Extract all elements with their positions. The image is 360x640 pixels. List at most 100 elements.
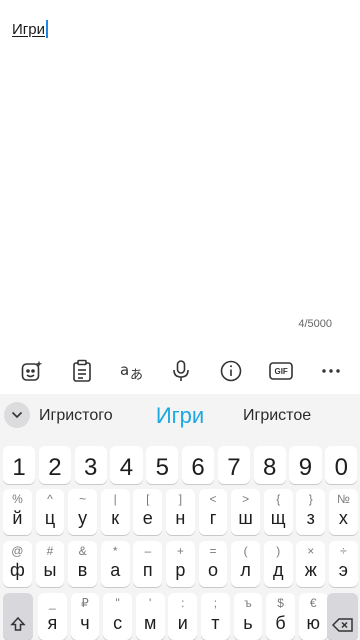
key-т[interactable]: ; т (201, 593, 230, 640)
key-3[interactable]: 3 (74, 446, 107, 484)
key-2[interactable]: 2 (38, 446, 71, 484)
character-counter: 4/5000 (298, 318, 332, 330)
key-я[interactable]: _ я (38, 593, 67, 640)
key-0[interactable]: 0 (325, 446, 358, 484)
key-7[interactable]: 7 (217, 446, 250, 484)
keyboard-toolbar: a あ GIF (0, 348, 360, 394)
svg-text:a: a (120, 361, 129, 379)
key-ю[interactable]: € ю (298, 593, 328, 640)
key-а[interactable]: * а (100, 541, 130, 587)
key-ь[interactable]: ъь (233, 593, 263, 640)
key-label: я (47, 613, 58, 633)
key-label: а (110, 560, 121, 580)
key-д[interactable]: ) д (263, 541, 293, 587)
key-у[interactable]: ~ у (68, 489, 97, 535)
key-о[interactable]: = о (198, 541, 228, 587)
key-hint: ] (178, 492, 183, 506)
key-label: й (12, 508, 23, 528)
key-label: ю (306, 613, 320, 633)
key-hint: % (12, 492, 23, 506)
key-hint: – (144, 544, 152, 558)
key-9[interactable]: 9 (289, 446, 322, 484)
key-hint: ₽ (81, 596, 89, 610)
text-caret (45, 20, 48, 38)
key-label: ц (44, 508, 56, 528)
key-label: з (306, 508, 315, 528)
key-label: р (175, 560, 186, 580)
clipboard-icon[interactable] (68, 357, 96, 385)
key-к[interactable]: | к (100, 489, 130, 535)
key-8[interactable]: 8 (253, 446, 286, 484)
gif-icon[interactable]: GIF (267, 357, 295, 385)
key-н[interactable]: ] н (166, 489, 195, 535)
key-ы[interactable]: # ы (35, 541, 65, 587)
microphone-icon[interactable] (167, 357, 195, 385)
key-э[interactable]: ÷ э (329, 541, 358, 587)
key-5[interactable]: 5 (146, 446, 179, 484)
key-label: 0 (334, 454, 348, 481)
key-м[interactable]: ' м (135, 593, 165, 640)
key-label: ч (80, 613, 90, 633)
key-ш[interactable]: > ш (231, 489, 260, 535)
key-hint: ^ (47, 492, 53, 506)
key-label: т (211, 613, 220, 633)
key-hint: ) (276, 544, 281, 558)
key-ч[interactable]: ₽ ч (70, 593, 100, 640)
key-р[interactable]: + р (166, 541, 195, 587)
key-hint: € (309, 596, 317, 610)
shift-key[interactable] (3, 593, 33, 640)
key-hint: < (209, 492, 217, 506)
key-hint: + (176, 544, 184, 558)
key-б[interactable]: $ б (266, 593, 295, 640)
shift-icon (10, 616, 26, 631)
suggestion-right[interactable]: Игристое (243, 394, 311, 438)
key-label: б (275, 613, 286, 633)
key-6[interactable]: 6 (182, 446, 215, 484)
key-ф[interactable]: @ ф (3, 541, 32, 587)
key-hint: $ (277, 596, 284, 610)
suggestion-left[interactable]: Игристого (39, 394, 113, 438)
sticker-icon[interactable] (18, 357, 46, 385)
collapse-keyboard-button[interactable] (4, 402, 30, 428)
key-1[interactable]: 1 (3, 446, 36, 484)
key-hint: # (46, 544, 54, 558)
typed-text: Игри (12, 20, 48, 38)
key-п[interactable]: – п (133, 541, 163, 587)
key-л[interactable]: (л (231, 541, 260, 587)
key-ж[interactable]: × ж (296, 541, 326, 587)
key-label: е (142, 508, 153, 528)
key-hint: × (307, 544, 315, 558)
key-label: щ (270, 508, 286, 528)
key-ц[interactable]: ^ ц (35, 489, 65, 535)
key-hint: | (113, 492, 117, 506)
key-label: 1 (12, 454, 26, 481)
key-в[interactable]: & в (68, 541, 97, 587)
key-4[interactable]: 4 (110, 446, 143, 484)
key-е[interactable]: [е (133, 489, 163, 535)
key-label: с (113, 613, 123, 633)
suggestion-center[interactable]: Игри (152, 394, 208, 438)
key-й[interactable]: % й (3, 489, 32, 535)
backspace-key[interactable] (327, 593, 358, 640)
key-х[interactable]: № х (329, 489, 358, 535)
key-г[interactable]: < г (198, 489, 228, 535)
more-icon[interactable] (317, 357, 345, 385)
key-label: ь (243, 613, 253, 633)
key-label: о (207, 560, 218, 580)
key-label: 6 (191, 454, 205, 481)
text-editor[interactable]: Игри 4/5000 (0, 0, 360, 348)
key-hint: @ (11, 544, 24, 558)
key-з[interactable]: } з (296, 489, 326, 535)
key-label: 5 (155, 454, 169, 481)
info-icon[interactable] (217, 357, 245, 385)
suggestion-bar: Игристого Игри Игристое (0, 394, 360, 438)
key-и[interactable]: :и (168, 593, 198, 640)
translate-icon[interactable]: a あ (118, 357, 146, 385)
key-щ[interactable]: {щ (263, 489, 293, 535)
key-hint: № (336, 492, 350, 506)
key-label: м (144, 613, 157, 633)
key-label: 4 (119, 454, 134, 481)
key-label: 2 (48, 454, 62, 481)
key-label: 3 (84, 454, 98, 481)
key-с[interactable]: " с (103, 593, 132, 640)
